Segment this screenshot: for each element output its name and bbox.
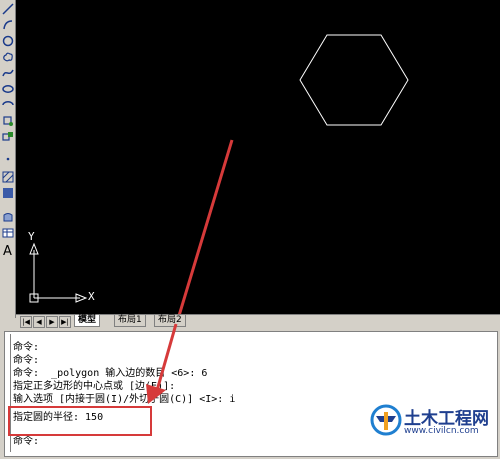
- tab-layout2[interactable]: 布局2: [154, 315, 186, 327]
- spline-icon[interactable]: [1, 66, 14, 80]
- command-history-line: 输入选项 [内接于圆(I)/外切于圆(C)] <I>: i: [13, 394, 236, 405]
- prev-tab-button[interactable]: ◀: [33, 316, 45, 328]
- ellipse-arc-icon[interactable]: [1, 98, 14, 112]
- hatch-icon[interactable]: [1, 170, 14, 184]
- command-prompt-input[interactable]: 命令:: [13, 436, 39, 448]
- command-history-line: 命令: _polygon 输入边的数目 <6>: 6: [13, 368, 208, 379]
- last-tab-button[interactable]: ▶|: [59, 316, 71, 328]
- canvas-drawing: [29, 34, 409, 314]
- drawing-canvas[interactable]: Y X: [16, 0, 500, 314]
- point-icon[interactable]: [1, 152, 14, 166]
- ucs-icon: [29, 242, 88, 303]
- first-tab-button[interactable]: |◀: [20, 316, 32, 328]
- ucs-y-label: Y: [28, 230, 35, 243]
- watermark-url: www.civilcn.com: [404, 426, 479, 436]
- layout-tabs-bar: |◀ ◀ ▶ ▶| 模型 布局1 布局2: [16, 314, 500, 328]
- ucs-x-label: X: [88, 290, 95, 303]
- tab-layout1[interactable]: 布局1: [114, 315, 146, 327]
- hexagon-shape[interactable]: [299, 34, 409, 126]
- revcloud-icon[interactable]: [1, 50, 14, 64]
- line-icon[interactable]: [1, 2, 14, 16]
- radius-highlight-box: [8, 406, 152, 436]
- ellipse-icon[interactable]: [1, 82, 14, 96]
- watermark: 土木工程网 www.civilcn.com: [368, 402, 496, 442]
- command-history-line: 指定正多边形的中心点或 [边(E)]:: [13, 381, 176, 392]
- make-block-icon[interactable]: [1, 130, 14, 144]
- annotation-arrow: [177, 139, 234, 314]
- command-history-line: 命令:: [13, 355, 40, 366]
- arc-icon[interactable]: [1, 18, 14, 32]
- tab-model[interactable]: 模型: [74, 315, 101, 327]
- region-icon[interactable]: [1, 210, 14, 224]
- watermark-logo-icon: [370, 404, 402, 436]
- command-history-line: 命令:: [13, 342, 40, 353]
- circle-icon[interactable]: [1, 34, 14, 48]
- gradient-icon[interactable]: [1, 186, 14, 200]
- table-icon[interactable]: [1, 226, 14, 240]
- text-tool-icon[interactable]: A: [1, 244, 14, 259]
- insert-block-icon[interactable]: [1, 114, 14, 128]
- next-tab-button[interactable]: ▶: [46, 316, 58, 328]
- draw-toolbar: A: [0, 0, 16, 318]
